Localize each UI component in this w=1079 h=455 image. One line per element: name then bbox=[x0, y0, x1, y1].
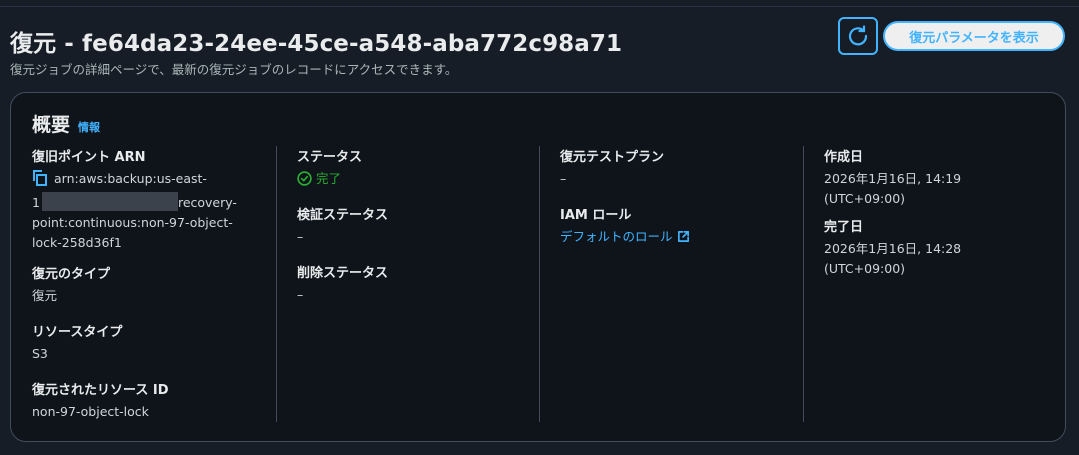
page-description: 復元ジョブの詳細ページで、最新の復元ジョブのレコードにアクセスできます。 bbox=[10, 62, 458, 77]
completion-date-line-1: 2026年1月16日, 14:28 bbox=[824, 241, 962, 256]
restored-resource-id-value: non-97-object-lock bbox=[32, 404, 149, 419]
completion-date-label: 完了日 bbox=[824, 220, 864, 235]
restore-test-plan-value: – bbox=[560, 171, 567, 186]
restore-type-value: 復元 bbox=[32, 288, 58, 303]
overview-header: 概要 情報 bbox=[32, 110, 100, 137]
iam-role-link[interactable]: デフォルトのロール bbox=[560, 227, 690, 247]
restore-test-plan-field: 復元テストプラン – bbox=[560, 146, 664, 189]
status-value: 完了 bbox=[297, 169, 362, 189]
deletion-status-field: 削除ステータス – bbox=[297, 262, 388, 305]
view-restore-parameters-button[interactable]: 復元パラメータを表示 bbox=[883, 21, 1065, 51]
creation-date-line-1: 2026年1月16日, 14:19 bbox=[824, 171, 962, 186]
validation-status-label: 検証ステータス bbox=[297, 208, 389, 223]
overview-panel: 概要 情報 復旧ポイント ARN arn:aws:backup:us-east-… bbox=[10, 92, 1066, 442]
arn-line-1: arn:aws:backup:us-east- bbox=[54, 171, 207, 186]
restored-resource-id-label: 復元されたリソース ID bbox=[32, 383, 169, 398]
validation-status-field: 検証ステータス – bbox=[297, 204, 388, 247]
iam-role-field: IAM ロール デフォルトのロール bbox=[560, 204, 690, 247]
recovery-point-arn-field: 復旧ポイント ARN arn:aws:backup:us-east- 1 reco… bbox=[32, 146, 237, 253]
refresh-icon bbox=[848, 25, 868, 46]
validation-status-value: – bbox=[297, 229, 304, 244]
recovery-point-arn-value: arn:aws:backup:us-east- 1 recovery- point… bbox=[32, 169, 237, 253]
creation-date-label: 作成日 bbox=[824, 150, 864, 165]
arn-line-3: point:continuous:non-97-object- bbox=[32, 215, 233, 230]
restore-type-label: 復元のタイプ bbox=[32, 267, 111, 282]
status-label: ステータス bbox=[297, 150, 363, 165]
restore-type-field: 復元のタイプ 復元 bbox=[32, 263, 110, 306]
info-link[interactable]: 情報 bbox=[78, 119, 100, 135]
arn-line-4: lock-258d36f1 bbox=[32, 235, 122, 250]
success-icon bbox=[297, 171, 312, 186]
external-link-icon bbox=[677, 231, 689, 243]
iam-role-label: IAM ロール bbox=[560, 208, 632, 223]
creation-date-value: 2026年1月16日, 14:19 (UTC+09:00) bbox=[824, 169, 961, 208]
resource-type-label: リソースタイプ bbox=[32, 325, 123, 340]
overview-title: 概要 bbox=[32, 114, 71, 136]
restore-test-plan-label: 復元テストプラン bbox=[560, 150, 665, 165]
deletion-status-value: – bbox=[297, 287, 304, 302]
creation-date-field: 作成日 2026年1月16日, 14:19 (UTC+09:00) bbox=[824, 146, 961, 208]
page-title: 復元 - fe64da23-24ee-45ce-a548-aba772c98a7… bbox=[10, 31, 623, 57]
copy-icon[interactable] bbox=[32, 170, 48, 192]
overview-column-2: ステータス 完了 検証ステータス – 削除ステータス – bbox=[276, 146, 538, 422]
recovery-point-arn-label: 復旧ポイント ARN bbox=[32, 150, 146, 165]
resource-type-field: リソースタイプ S3 bbox=[32, 321, 122, 364]
arn-line-2-prefix: 1 bbox=[32, 195, 40, 210]
status-field: ステータス 完了 bbox=[297, 146, 362, 189]
creation-date-line-2: (UTC+09:00) bbox=[824, 190, 906, 206]
iam-role-link-text: デフォルトのロール bbox=[560, 229, 673, 244]
deletion-status-label: 削除ステータス bbox=[297, 266, 389, 281]
top-divider bbox=[0, 6, 1079, 7]
restored-resource-id-field: 復元されたリソース ID non-97-object-lock bbox=[32, 379, 169, 422]
overview-column-3: 復元テストプラン – IAM ロール デフォルトのロール bbox=[539, 146, 802, 422]
status-text: 完了 bbox=[316, 171, 342, 186]
resource-type-value: S3 bbox=[32, 346, 48, 361]
redacted-account-id bbox=[41, 192, 178, 211]
overview-column-1: 復旧ポイント ARN arn:aws:backup:us-east- 1 reco… bbox=[32, 146, 272, 422]
completion-date-field: 完了日 2026年1月16日, 14:28 (UTC+09:00) bbox=[824, 216, 961, 278]
overview-column-4: 作成日 2026年1月16日, 14:19 (UTC+09:00) 完了日 20… bbox=[803, 146, 1053, 422]
arn-line-2-suffix: recovery- bbox=[177, 195, 237, 210]
completion-date-value: 2026年1月16日, 14:28 (UTC+09:00) bbox=[824, 239, 961, 278]
completion-date-line-2: (UTC+09:00) bbox=[824, 260, 906, 276]
refresh-button[interactable] bbox=[838, 17, 878, 55]
